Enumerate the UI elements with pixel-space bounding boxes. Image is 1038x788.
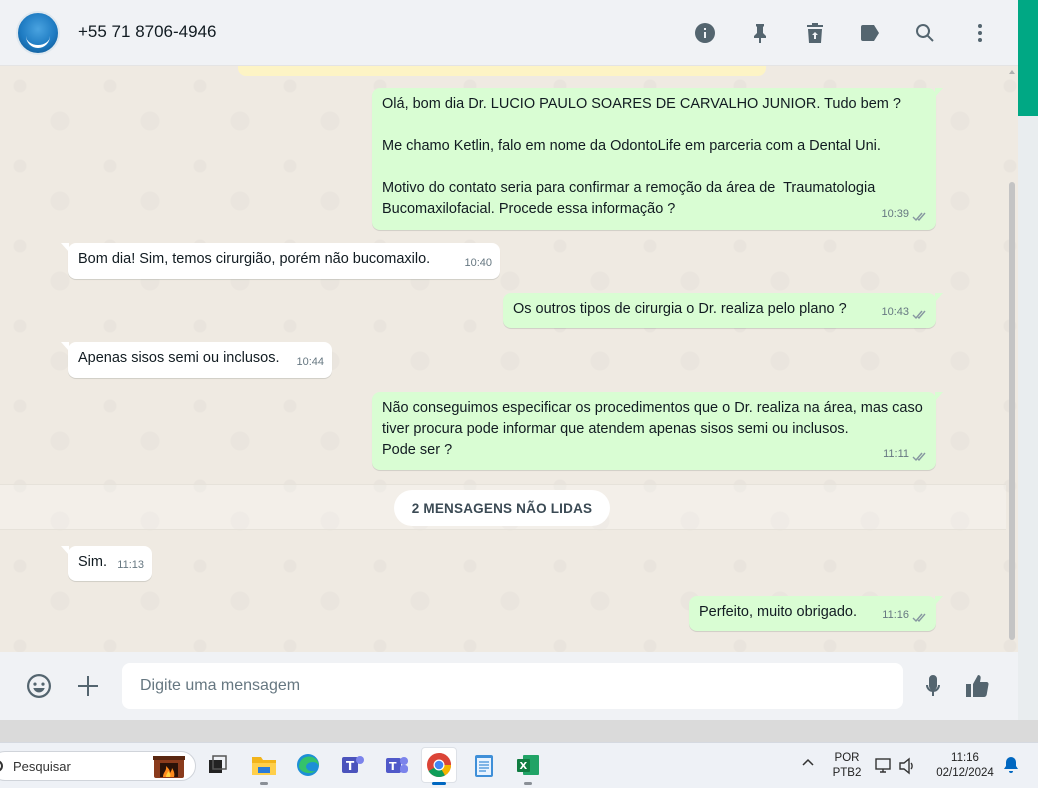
network-icon[interactable] bbox=[874, 757, 894, 780]
message-outgoing[interactable]: Perfeito, muito obrigado. 11:16 bbox=[689, 596, 943, 631]
double-check-icon bbox=[912, 449, 928, 462]
message-incoming[interactable]: Sim. 11:13 bbox=[61, 546, 152, 581]
clock-date: 02/12/2024 bbox=[936, 767, 994, 779]
double-check-icon bbox=[912, 610, 928, 623]
message-text: Os outros tipos de cirurgia o Dr. realiz… bbox=[513, 301, 847, 317]
message-outgoing[interactable]: Os outros tipos de cirurgia o Dr. realiz… bbox=[503, 293, 943, 328]
header-actions bbox=[688, 17, 996, 49]
message-time: 11:11 bbox=[883, 448, 909, 460]
window-bottom-edge bbox=[0, 720, 1038, 742]
file-explorer-running-indicator bbox=[260, 782, 268, 785]
svg-text:T: T bbox=[389, 760, 397, 773]
keyboard-layout: PTB2 bbox=[832, 767, 862, 779]
scrollbar-thumb[interactable] bbox=[1009, 182, 1015, 640]
label-icon[interactable] bbox=[853, 17, 886, 49]
message-text: Apenas sisos semi ou inclusos. bbox=[78, 350, 280, 366]
edge-icon[interactable] bbox=[294, 751, 322, 779]
chat-header: +55 71 8706-4946 bbox=[0, 0, 1018, 66]
search-icon[interactable] bbox=[908, 17, 941, 49]
contact-name[interactable]: +55 71 8706-4946 bbox=[78, 22, 217, 42]
language-indicator[interactable]: POR PTB2 bbox=[830, 751, 864, 781]
message-text: Bom dia! Sim, temos cirurgião, porém não… bbox=[78, 251, 431, 267]
message-meta: 11:13 bbox=[117, 555, 144, 576]
message-text: Olá, bom dia Dr. LUCIO PAULO SOARES DE C… bbox=[382, 96, 901, 217]
message-meta: 10:40 bbox=[464, 253, 492, 274]
scroll-up-arrow[interactable] bbox=[1009, 70, 1015, 74]
window-accent-strip bbox=[1018, 0, 1038, 116]
volume-icon[interactable] bbox=[898, 757, 916, 780]
taskbar-search[interactable]: Pesquisar bbox=[0, 751, 196, 781]
message-meta: 11:11 bbox=[883, 444, 928, 465]
file-explorer-icon[interactable] bbox=[250, 751, 278, 779]
teams-icon[interactable]: T bbox=[383, 751, 411, 779]
clock[interactable]: 11:16 02/12/2024 bbox=[928, 751, 1002, 781]
message-incoming[interactable]: Apenas sisos semi ou inclusos. 10:44 bbox=[61, 342, 332, 378]
window-right-gutter bbox=[1018, 116, 1038, 738]
windows-taskbar: Pesquisar T T X POR PTB2 11:16 02/12/202… bbox=[0, 742, 1038, 788]
pin-icon[interactable] bbox=[743, 17, 776, 49]
message-time: 10:44 bbox=[296, 356, 324, 368]
thumbs-up-icon[interactable] bbox=[961, 670, 993, 702]
message-time: 11:16 bbox=[882, 609, 909, 621]
fireplace-icon bbox=[153, 756, 185, 778]
menu-icon[interactable] bbox=[963, 17, 996, 49]
notification-bell-icon[interactable] bbox=[1003, 756, 1019, 779]
emoji-icon[interactable] bbox=[23, 670, 55, 702]
previous-message-edge bbox=[238, 66, 766, 76]
show-hidden-icons-chevron-up-icon[interactable] bbox=[801, 757, 815, 772]
chrome-icon[interactable] bbox=[421, 747, 457, 783]
message-meta: 10:44 bbox=[296, 352, 324, 373]
message-outgoing[interactable]: Não conseguimos especificar os procedime… bbox=[372, 392, 943, 470]
svg-text:X: X bbox=[520, 761, 528, 772]
delete-icon[interactable] bbox=[798, 17, 831, 49]
svg-text:T: T bbox=[346, 759, 355, 773]
message-list[interactable]: Olá, bom dia Dr. LUCIO PAULO SOARES DE C… bbox=[0, 66, 1018, 652]
excel-icon[interactable]: X bbox=[514, 751, 542, 779]
message-outgoing[interactable]: Olá, bom dia Dr. LUCIO PAULO SOARES DE C… bbox=[372, 88, 943, 230]
teams-work-icon[interactable]: T bbox=[339, 751, 367, 779]
unread-messages-badge: 2 MENSAGENS NÃO LIDAS bbox=[394, 490, 610, 526]
notepad-icon[interactable] bbox=[470, 751, 498, 779]
message-time: 10:40 bbox=[464, 257, 492, 269]
language-code: POR bbox=[834, 752, 860, 764]
message-time: 10:43 bbox=[881, 306, 909, 318]
chrome-active-indicator bbox=[432, 782, 446, 785]
excel-running-indicator bbox=[524, 782, 532, 785]
task-view-icon[interactable] bbox=[203, 751, 231, 779]
message-text: Não conseguimos especificar os procedime… bbox=[382, 400, 923, 458]
microphone-icon[interactable] bbox=[917, 670, 949, 702]
double-check-icon bbox=[912, 307, 928, 320]
message-incoming[interactable]: Bom dia! Sim, temos cirurgião, porém não… bbox=[61, 243, 500, 279]
message-meta: 10:39 bbox=[881, 204, 928, 225]
search-icon bbox=[0, 760, 3, 772]
taskbar-search-label: Pesquisar bbox=[13, 758, 71, 774]
message-time: 10:39 bbox=[881, 208, 909, 220]
clock-time: 11:16 bbox=[951, 752, 979, 764]
message-composer: Digite uma mensagem bbox=[0, 652, 1018, 720]
double-check-icon bbox=[912, 209, 928, 222]
message-meta: 10:43 bbox=[881, 302, 928, 323]
message-time: 11:13 bbox=[117, 559, 144, 571]
attach-plus-icon[interactable] bbox=[72, 670, 104, 702]
message-input[interactable]: Digite uma mensagem bbox=[122, 663, 903, 709]
message-meta: 11:16 bbox=[882, 605, 928, 626]
info-icon[interactable] bbox=[688, 17, 721, 49]
contact-avatar[interactable] bbox=[16, 11, 60, 55]
